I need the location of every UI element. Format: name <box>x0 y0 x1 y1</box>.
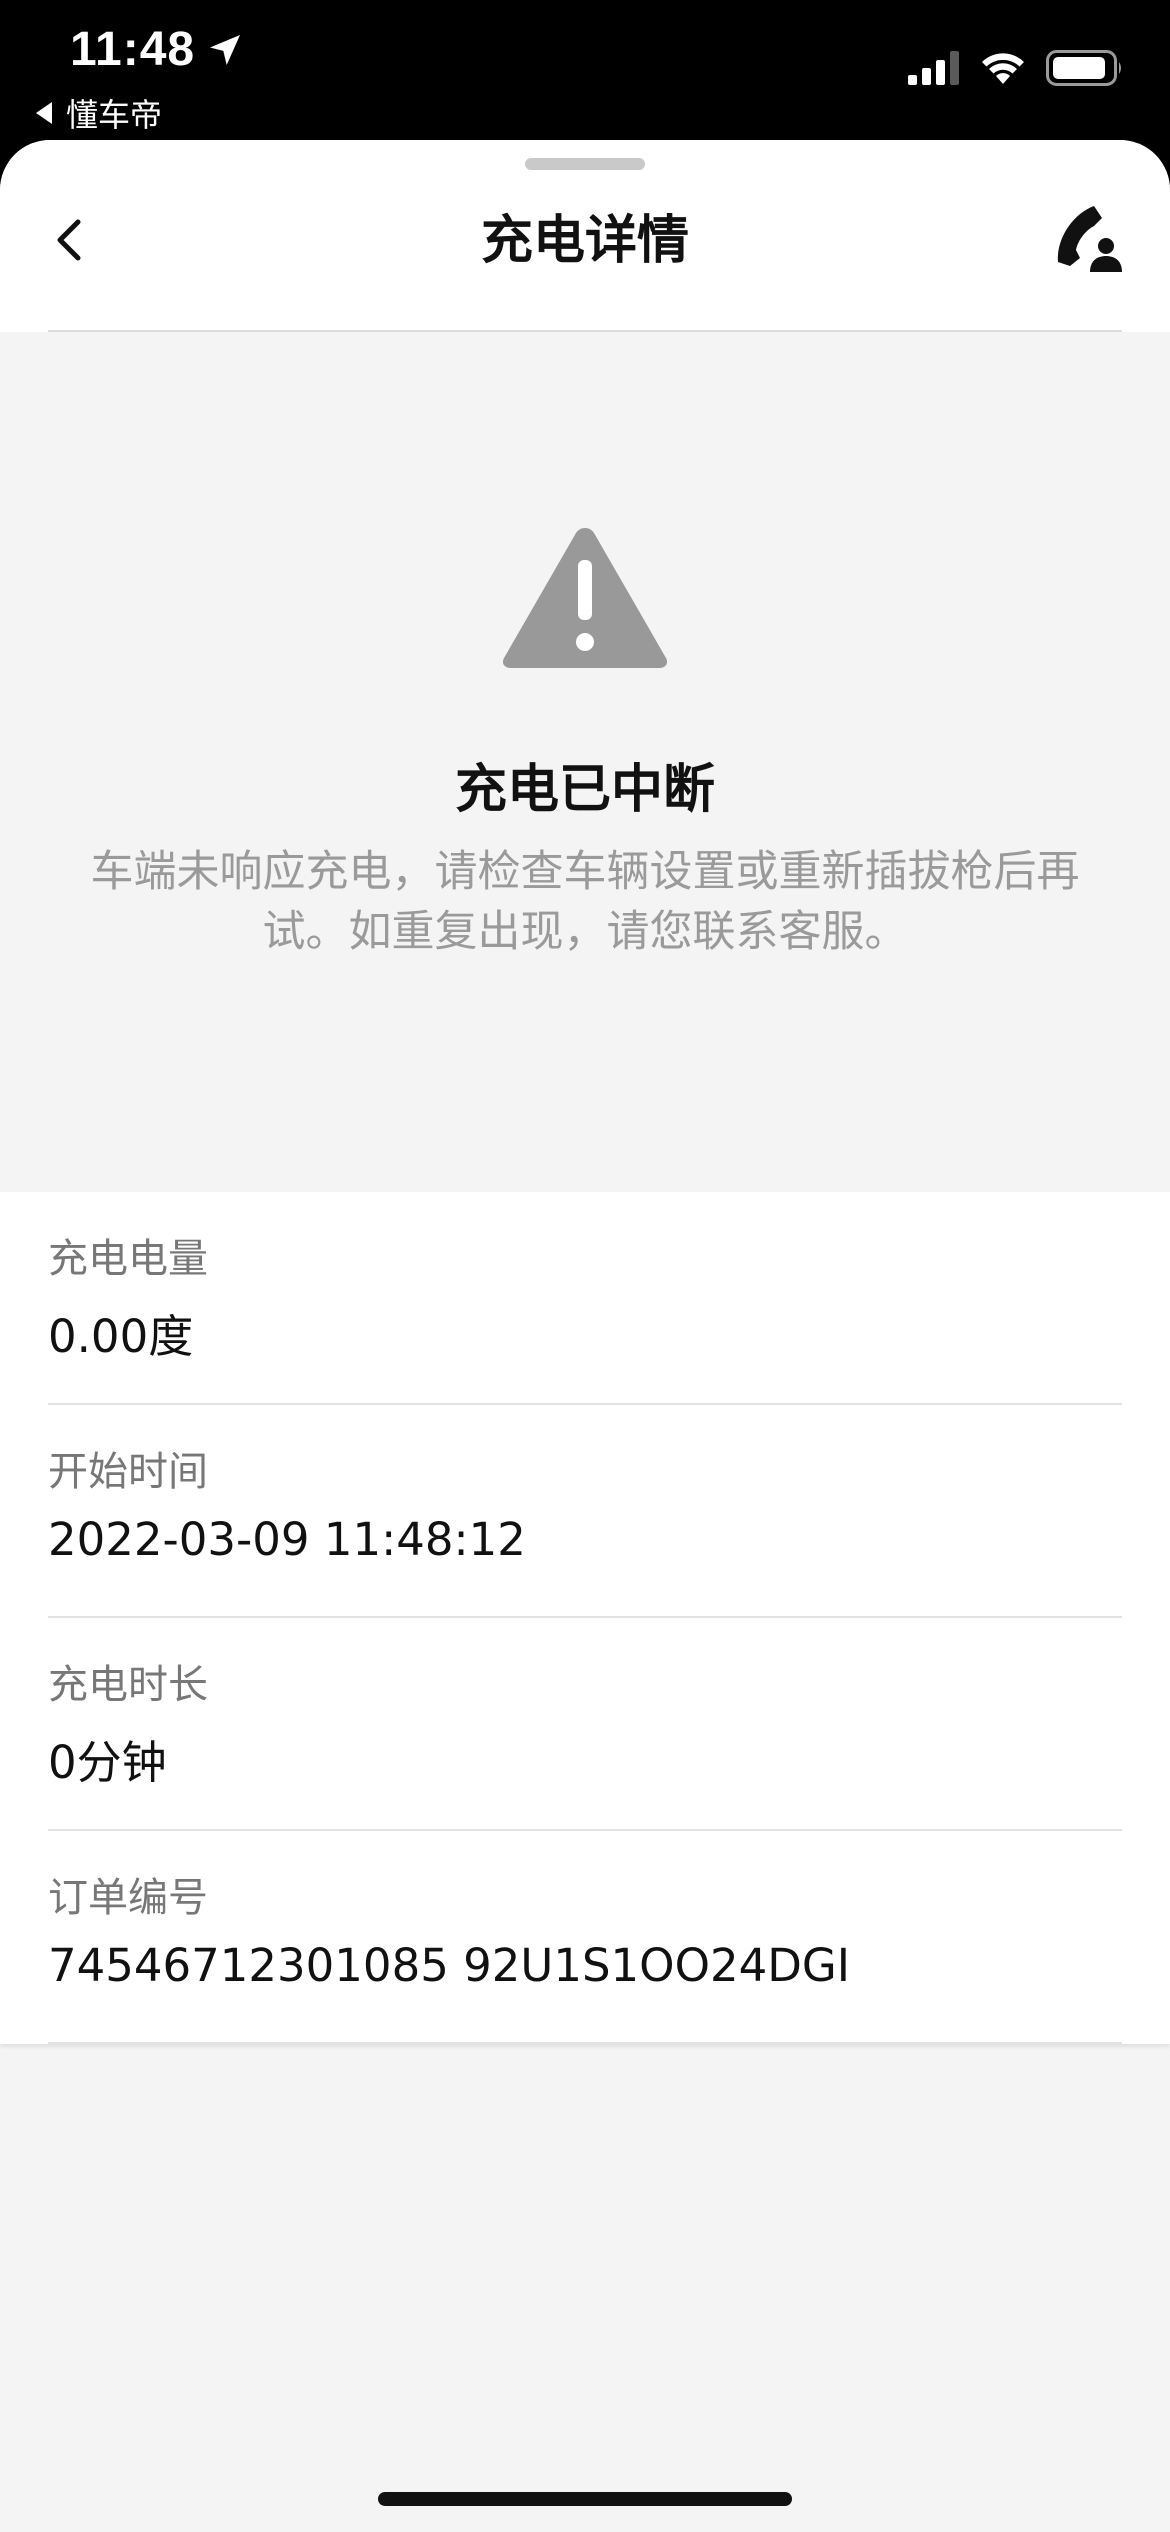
detail-value: 0.00度 <box>48 1310 194 1363</box>
status-indicators <box>908 50 1124 86</box>
detail-row-start-time: 开始时间 2022-03-09 11:48:12 <box>48 1405 1122 1618</box>
battery-icon <box>1046 50 1121 86</box>
wifi-icon <box>982 53 1024 84</box>
charge-status-description: 车端未响应充电，请检查车辆设置或重新插拔枪后再试。如重复出现，请您联系客服。 <box>90 847 1080 957</box>
charge-status-title: 充电已中断 <box>454 760 715 820</box>
detail-label: 充电电量 <box>48 1236 208 1282</box>
detail-value: 0分钟 <box>48 1736 167 1789</box>
detail-value: 2022-03-09 11:48:12 <box>48 1513 526 1566</box>
charge-detail-sheet: 充电详情 充电已中断 车端未响应充电，请检查车辆设置或重新插拔枪后再试。如重复出… <box>0 140 1170 2532</box>
detail-label: 开始时间 <box>48 1449 208 1495</box>
detail-row-duration: 充电时长 0分钟 <box>48 1618 1122 1831</box>
status-time: 11:48 <box>70 22 245 77</box>
home-indicator[interactable] <box>378 2492 792 2506</box>
detail-value: 74546712301085 92U1S1OO24DGI <box>48 1939 851 1992</box>
detail-row-energy: 充电电量 0.00度 <box>48 1192 1122 1405</box>
phone-support-icon[interactable] <box>1050 200 1126 276</box>
location-arrow-icon <box>210 34 241 65</box>
detail-label: 订单编号 <box>48 1875 208 1921</box>
status-time-text: 11:48 <box>70 23 196 76</box>
detail-label: 充电时长 <box>48 1662 208 1708</box>
back-triangle-icon <box>36 102 52 124</box>
charge-status-panel: 充电已中断 车端未响应充电，请检查车辆设置或重新插拔枪后再试。如重复出现，请您联… <box>0 332 1170 1192</box>
detail-row-order-number: 订单编号 74546712301085 92U1S1OO24DGI <box>48 1831 1122 2044</box>
status-bar: 11:48 懂车帝 <box>0 0 1170 150</box>
back-app-label: 懂车帝 <box>66 96 163 134</box>
page-title: 充电详情 <box>480 211 689 271</box>
navigation-bar: 充电详情 <box>0 140 1170 332</box>
charge-info-card: 充电电量 0.00度 开始时间 2022-03-09 11:48:12 充电时长… <box>0 1192 1170 2044</box>
back-to-app-link[interactable]: 懂车帝 <box>36 90 162 136</box>
sheet-grabber[interactable] <box>525 158 645 170</box>
row-divider <box>48 2042 1122 2044</box>
cellular-signal-icon <box>908 51 959 85</box>
warning-triangle-icon <box>502 528 668 668</box>
